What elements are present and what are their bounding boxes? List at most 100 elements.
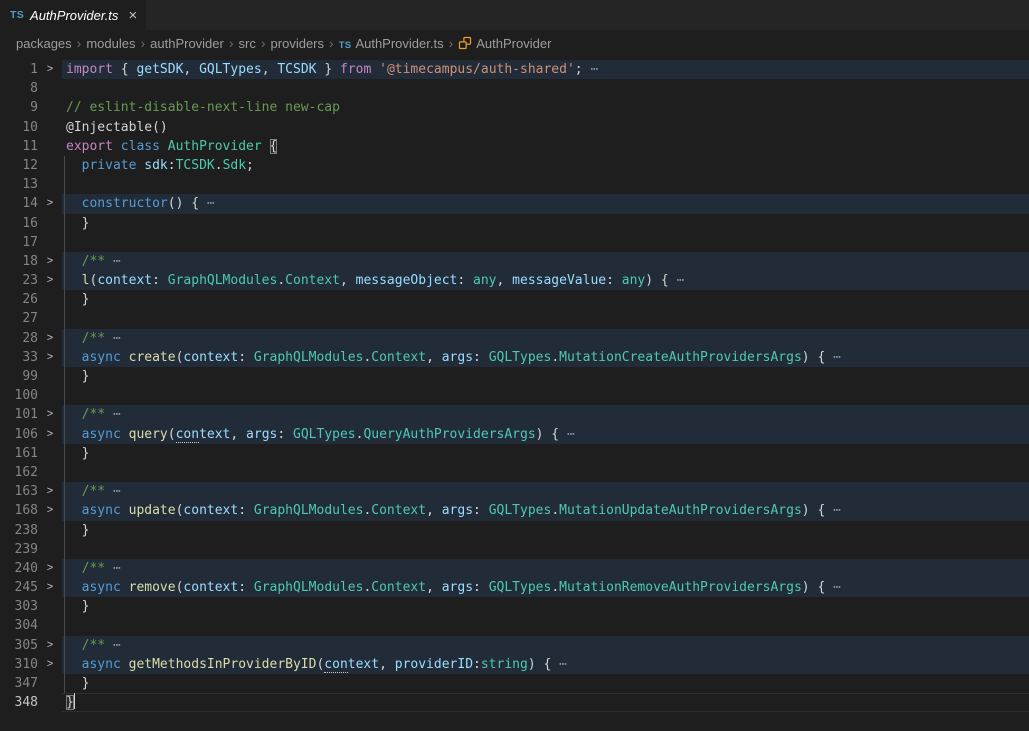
code-line[interactable] [62,463,1029,482]
fold-chevron-icon[interactable]: > [38,578,62,597]
code-row: 162 [0,463,1029,482]
folded-code-ellipsis[interactable]: ⋯ [590,62,598,77]
code-token: TCSDK [277,62,316,77]
code-line[interactable]: } [62,290,1029,309]
code-line[interactable]: /** ⋯ [62,559,1029,578]
code-line[interactable]: async update(context: GraphQLModules.Con… [62,501,1029,520]
code-line[interactable] [62,175,1029,194]
folded-code-ellipsis[interactable]: ⋯ [113,484,121,499]
line-number: 245 [0,578,38,597]
fold-chevron-icon[interactable]: > [38,501,62,520]
code-token: string [481,657,528,672]
code-line[interactable]: } [62,521,1029,540]
code-row: 347 } [0,674,1029,693]
breadcrumb-item-providers[interactable]: providers [271,36,324,51]
folded-code-ellipsis[interactable]: ⋯ [833,580,841,595]
fold-chevron-icon[interactable]: > [38,655,62,674]
line-number: 240 [0,559,38,578]
code-line[interactable]: } [62,444,1029,463]
fold-chevron-icon[interactable]: > [38,636,62,655]
code-line[interactable] [62,309,1029,328]
breadcrumb-item-src[interactable]: src [239,36,256,51]
code-line[interactable]: /** ⋯ [62,482,1029,501]
folded-code-ellipsis[interactable]: ⋯ [113,561,121,576]
code-token [66,350,82,365]
code-line[interactable]: async query(context, args: GQLTypes.Quer… [62,425,1029,444]
code-row: 9// eslint-disable-next-line new-cap [0,98,1029,117]
breadcrumb-item-authProvider[interactable]: authProvider [150,36,224,51]
code-token [371,62,379,77]
code-line[interactable]: } [62,214,1029,233]
folded-code-ellipsis[interactable]: ⋯ [677,273,685,288]
code-line[interactable]: } [62,674,1029,693]
breadcrumb-item-file[interactable]: TSAuthProvider.ts [339,36,444,51]
vscode-window: TS AuthProvider.ts × packages›modules›au… [0,0,1029,731]
code-line[interactable]: constructor() { ⋯ [62,194,1029,213]
code-line[interactable] [62,79,1029,98]
gutter-spacer [38,540,62,559]
folded-code-ellipsis[interactable]: ⋯ [113,254,121,269]
tab-close-icon[interactable]: × [128,8,137,23]
folded-code-ellipsis[interactable]: ⋯ [113,407,121,422]
code-line[interactable]: } [62,693,1029,712]
code-line[interactable]: /** ⋯ [62,405,1029,424]
fold-chevron-icon[interactable]: > [38,405,62,424]
code-line[interactable]: /** ⋯ [62,636,1029,655]
code-token: Context [371,503,426,518]
code-line[interactable]: @Injectable() [62,118,1029,137]
code-token: /** [66,331,113,346]
breadcrumb-item-modules[interactable]: modules [86,36,135,51]
fold-chevron-icon[interactable]: > [38,329,62,348]
code-line[interactable]: async remove(context: GraphQLModules.Con… [62,578,1029,597]
folded-code-ellipsis[interactable]: ⋯ [833,503,841,518]
tab-authprovider[interactable]: TS AuthProvider.ts × [0,0,146,30]
code-token: ) { [802,580,833,595]
code-line[interactable]: private sdk:TCSDK.Sdk; [62,156,1029,175]
folded-code-ellipsis[interactable]: ⋯ [207,196,215,211]
code-token: : [606,273,622,288]
fold-chevron-icon[interactable]: > [38,482,62,501]
folded-code-ellipsis[interactable]: ⋯ [833,350,841,365]
code-token: context [183,580,238,595]
code-line[interactable] [62,386,1029,405]
fold-chevron-icon[interactable]: > [38,348,62,367]
fold-chevron-icon[interactable]: > [38,559,62,578]
code-line[interactable] [62,233,1029,252]
code-line[interactable]: l(context: GraphQLModules.Context, messa… [62,271,1029,290]
code-row: 27 [0,309,1029,328]
code-token: : [473,580,489,595]
breadcrumb-item-packages[interactable]: packages [16,36,72,51]
breadcrumb-separator-icon: › [77,35,82,51]
code-row: 168> async update(context: GraphQLModule… [0,501,1029,520]
line-number: 12 [0,156,38,175]
code-line[interactable]: } [62,597,1029,616]
fold-chevron-icon[interactable]: > [38,194,62,213]
fold-chevron-icon[interactable]: > [38,425,62,444]
code-line[interactable]: } [62,367,1029,386]
code-line[interactable]: import { getSDK, GQLTypes, TCSDK } from … [62,60,1029,79]
code-line[interactable]: /** ⋯ [62,252,1029,271]
code-line[interactable]: async create(context: GraphQLModules.Con… [62,348,1029,367]
code-token: args [442,503,473,518]
code-line[interactable]: async getMethodsInProviderByID(context, … [62,655,1029,674]
code-line[interactable]: // eslint-disable-next-line new-cap [62,98,1029,117]
fold-chevron-icon[interactable]: > [38,252,62,271]
code-line[interactable] [62,540,1029,559]
code-line[interactable]: /** ⋯ [62,329,1029,348]
fold-chevron-icon[interactable]: > [38,60,62,79]
folded-code-ellipsis[interactable]: ⋯ [567,427,575,442]
code-token: : [238,580,254,595]
code-row: 239 [0,540,1029,559]
code-token: context [97,273,152,288]
folded-code-ellipsis[interactable]: ⋯ [113,331,121,346]
code-line[interactable] [62,616,1029,635]
code-token [66,196,82,211]
code-token: } [66,599,89,614]
gutter-spacer [38,79,62,98]
code-token: : [152,273,168,288]
folded-code-ellipsis[interactable]: ⋯ [113,638,121,653]
fold-chevron-icon[interactable]: > [38,271,62,290]
code-line[interactable]: export class AuthProvider { [62,137,1029,156]
folded-code-ellipsis[interactable]: ⋯ [559,657,567,672]
breadcrumb-item-symbol[interactable]: AuthProvider [458,36,551,51]
